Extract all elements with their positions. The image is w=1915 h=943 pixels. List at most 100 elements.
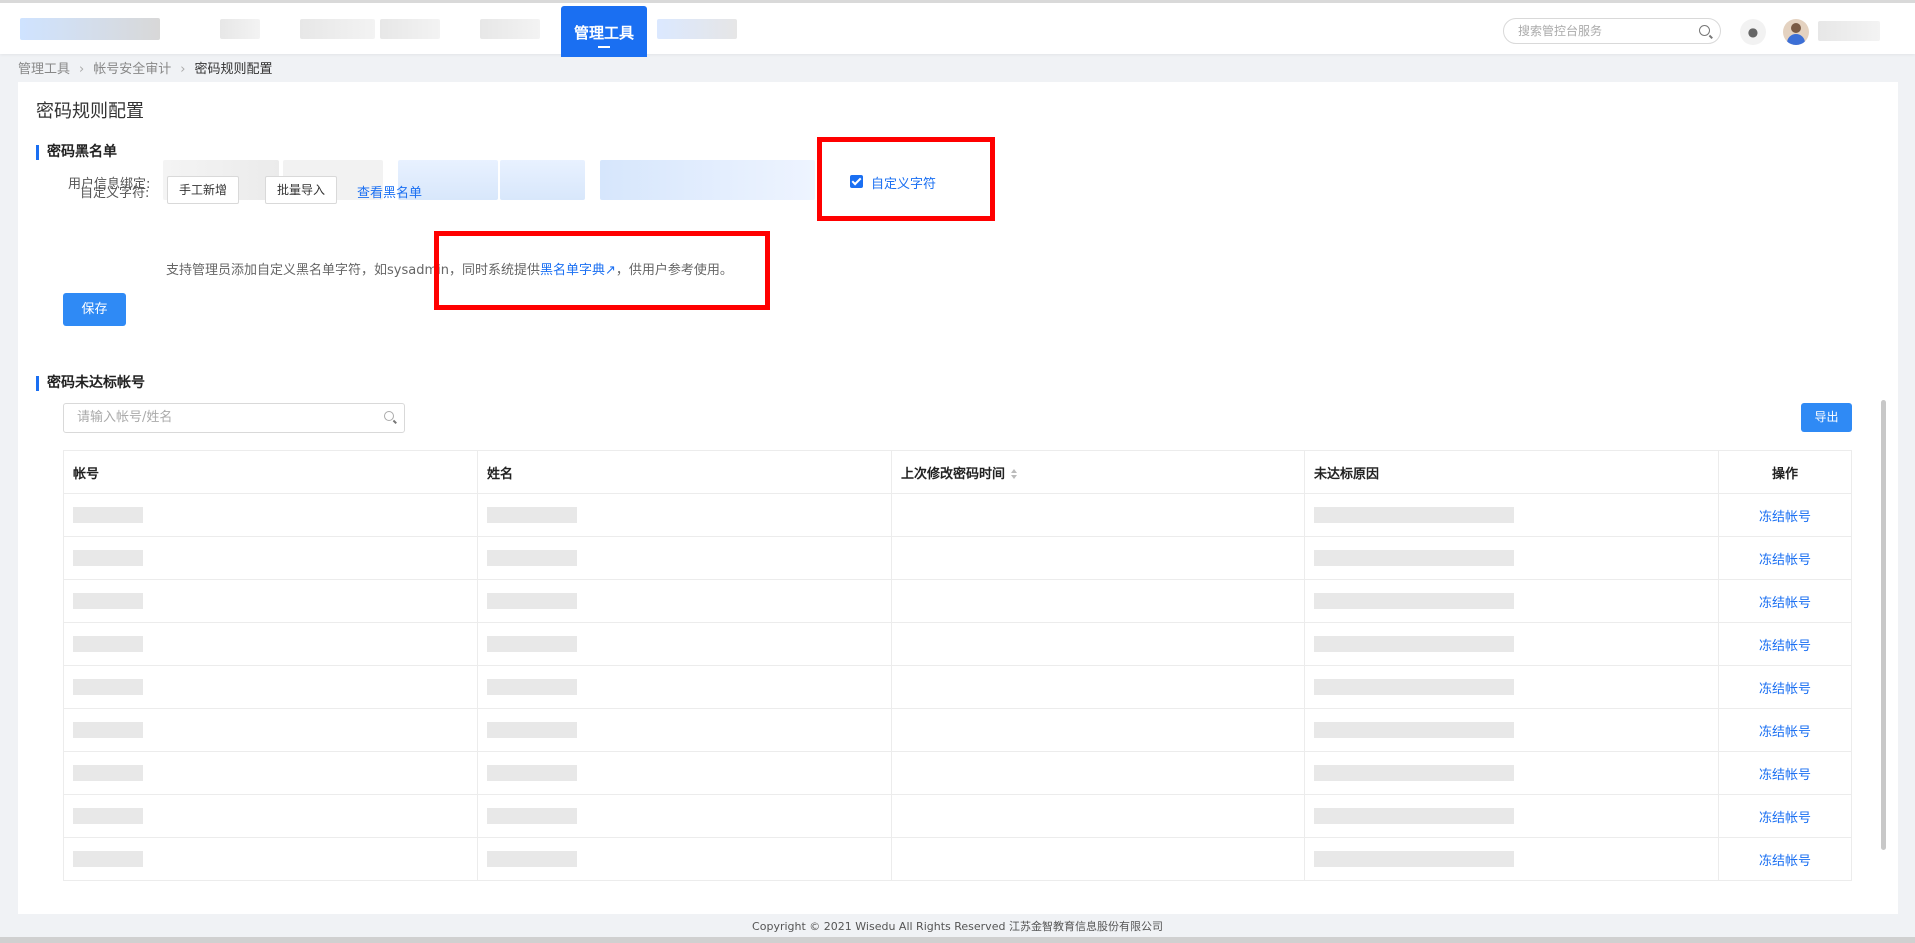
blurred-nav-item[interactable] bbox=[220, 19, 260, 39]
custom-char-label: 自定义字符: bbox=[80, 186, 150, 201]
table-cell-redacted bbox=[477, 579, 892, 623]
col-header-last-change[interactable]: 上次修改密码时间 bbox=[891, 450, 1305, 494]
table-cell-redacted bbox=[63, 665, 478, 709]
redacted-value bbox=[487, 808, 577, 824]
table-cell-redacted bbox=[1304, 622, 1719, 666]
blurred-logo bbox=[20, 18, 160, 40]
col-header-action: 操作 bbox=[1718, 450, 1852, 494]
manual-add-button[interactable]: 手工新增 bbox=[167, 176, 239, 204]
redacted-value bbox=[73, 765, 143, 781]
breadcrumb-item[interactable]: 管理工具 bbox=[18, 58, 70, 77]
breadcrumb-item[interactable]: 帐号安全审计 bbox=[93, 58, 171, 77]
search-icon[interactable] bbox=[384, 411, 394, 421]
bell-icon[interactable]: ● bbox=[1740, 19, 1766, 45]
table-cell-redacted bbox=[477, 751, 892, 795]
table-cell-redacted bbox=[477, 493, 892, 537]
table-cell-redacted bbox=[477, 665, 892, 709]
table-cell-redacted bbox=[1304, 665, 1719, 709]
table-cell-redacted bbox=[1304, 536, 1719, 580]
redacted-value bbox=[487, 593, 577, 609]
table-cell-redacted bbox=[63, 622, 478, 666]
blurred-nav-item[interactable] bbox=[657, 19, 737, 39]
table-row: 冻结帐号 bbox=[63, 622, 1852, 666]
blurred-option[interactable] bbox=[500, 160, 585, 200]
redacted-value bbox=[1314, 507, 1514, 523]
table-cell-redacted bbox=[63, 837, 478, 881]
table-cell-action: 冻结帐号 bbox=[1718, 493, 1852, 537]
redacted-value bbox=[1314, 851, 1514, 867]
redacted-value bbox=[73, 722, 143, 738]
table-cell-redacted bbox=[1304, 579, 1719, 623]
active-indicator bbox=[598, 46, 610, 48]
table-row: 冻结帐号 bbox=[63, 708, 1852, 752]
table-cell-action: 冻结帐号 bbox=[1718, 536, 1852, 580]
search-placeholder: 搜索管控台服务 bbox=[1518, 24, 1603, 38]
table-row: 冻结帐号 bbox=[63, 493, 1852, 537]
freeze-account-link[interactable]: 冻结帐号 bbox=[1759, 639, 1811, 654]
redacted-value bbox=[1314, 593, 1514, 609]
table-header-row: 帐号 姓名 上次修改密码时间 未达标原因 操作 bbox=[63, 450, 1852, 494]
table-cell-redacted bbox=[63, 579, 478, 623]
table-cell-redacted bbox=[891, 751, 1305, 795]
section-title-blacklist: 密码黑名单 bbox=[36, 145, 117, 160]
freeze-account-link[interactable]: 冻结帐号 bbox=[1759, 811, 1811, 826]
redacted-value bbox=[73, 507, 143, 523]
table-row: 冻结帐号 bbox=[63, 665, 1852, 709]
table-cell-redacted bbox=[63, 751, 478, 795]
table-cell-redacted bbox=[891, 536, 1305, 580]
blurred-nav-item[interactable] bbox=[300, 19, 375, 39]
col-header-name: 姓名 bbox=[477, 450, 892, 494]
blurred-username[interactable] bbox=[1818, 21, 1880, 41]
nav-item-label: 管理工具 bbox=[573, 24, 634, 42]
col-header-label: 上次修改密码时间 bbox=[901, 466, 1006, 482]
avatar[interactable] bbox=[1783, 19, 1809, 45]
redacted-value bbox=[1314, 722, 1514, 738]
freeze-account-link[interactable]: 冻结帐号 bbox=[1759, 854, 1811, 869]
table-cell-redacted bbox=[891, 579, 1305, 623]
chevron-right-icon: › bbox=[79, 62, 85, 77]
sort-icon[interactable] bbox=[1011, 469, 1018, 479]
table-cell-action: 冻结帐号 bbox=[1718, 837, 1852, 881]
table-cell-action: 冻结帐号 bbox=[1718, 794, 1852, 838]
redacted-value bbox=[73, 593, 143, 609]
export-button[interactable]: 导出 bbox=[1801, 403, 1852, 432]
page-scrollbar[interactable] bbox=[1881, 400, 1886, 850]
breadcrumb-current: 密码规则配置 bbox=[194, 62, 273, 77]
table-cell-redacted bbox=[891, 493, 1305, 537]
view-blacklist-link[interactable]: 查看黑名单 bbox=[357, 182, 422, 201]
account-search-input[interactable]: 请输入帐号/姓名 bbox=[63, 403, 405, 433]
search-icon[interactable] bbox=[1699, 25, 1710, 36]
redacted-value bbox=[1314, 636, 1514, 652]
nav-item-management-tools[interactable]: 管理工具 bbox=[561, 6, 647, 57]
blurred-nav-item[interactable] bbox=[480, 19, 540, 39]
redacted-value bbox=[1314, 808, 1514, 824]
table-cell-redacted bbox=[1304, 837, 1719, 881]
redacted-value bbox=[73, 851, 143, 867]
section-title-noncompliant: 密码未达标帐号 bbox=[36, 376, 145, 391]
redacted-value bbox=[73, 679, 143, 695]
freeze-account-link[interactable]: 冻结帐号 bbox=[1759, 596, 1811, 611]
bottom-strip bbox=[0, 937, 1915, 943]
freeze-account-link[interactable]: 冻结帐号 bbox=[1759, 682, 1811, 697]
table-row: 冻结帐号 bbox=[63, 536, 1852, 580]
redacted-value bbox=[73, 636, 143, 652]
batch-import-button[interactable]: 批量导入 bbox=[265, 176, 337, 204]
table-cell-redacted bbox=[63, 708, 478, 752]
table-row: 冻结帐号 bbox=[63, 751, 1852, 795]
save-button[interactable]: 保存 bbox=[63, 293, 126, 326]
table-row: 冻结帐号 bbox=[63, 794, 1852, 838]
table-cell-action: 冻结帐号 bbox=[1718, 751, 1852, 795]
blurred-nav-item[interactable] bbox=[380, 19, 440, 39]
redacted-value bbox=[487, 679, 577, 695]
freeze-account-link[interactable]: 冻结帐号 bbox=[1759, 725, 1811, 740]
freeze-account-link[interactable]: 冻结帐号 bbox=[1759, 510, 1811, 525]
table-cell-redacted bbox=[1304, 794, 1719, 838]
service-search-input[interactable]: 搜索管控台服务 bbox=[1503, 18, 1721, 44]
blurred-option[interactable] bbox=[600, 160, 815, 200]
table-cell-redacted bbox=[1304, 493, 1719, 537]
table-cell-redacted bbox=[63, 536, 478, 580]
freeze-account-link[interactable]: 冻结帐号 bbox=[1759, 553, 1811, 568]
freeze-account-link[interactable]: 冻结帐号 bbox=[1759, 768, 1811, 783]
chevron-right-icon: › bbox=[180, 62, 186, 77]
table-cell-action: 冻结帐号 bbox=[1718, 708, 1852, 752]
